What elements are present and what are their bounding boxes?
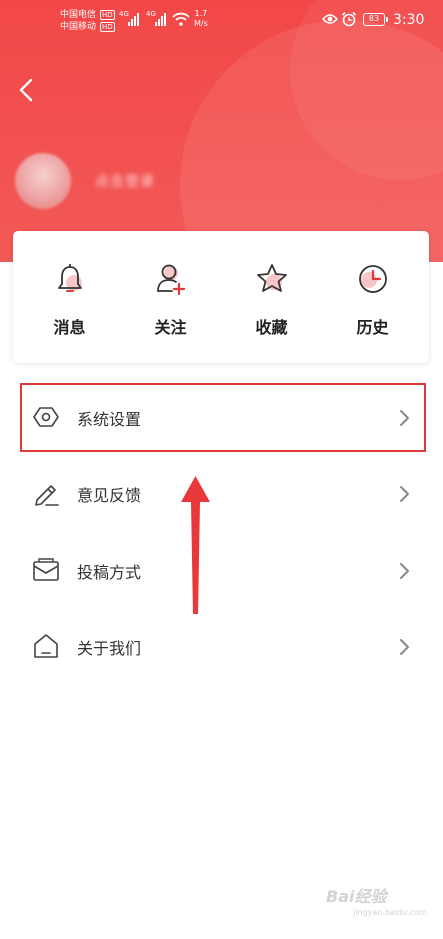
quick-action-messages[interactable]: 消息 [30, 231, 110, 338]
battery-indicator: 83 [363, 13, 388, 26]
quick-action-history[interactable]: 历史 [333, 231, 413, 338]
quick-action-follow[interactable]: 关注 [131, 231, 211, 338]
network-speed: 1.7 M/s [194, 9, 208, 29]
home-icon [34, 634, 58, 658]
status-bar: 中国电信 HD 中国移动 HD 4G 4G 1.7 M/s 83 3:30 [0, 0, 443, 42]
back-button[interactable] [14, 76, 42, 104]
star-icon [252, 259, 292, 299]
alarm-icon [341, 11, 357, 27]
quick-action-favorites[interactable]: 收藏 [232, 231, 312, 338]
annotation-highlight-box [20, 383, 426, 452]
eye-icon [322, 14, 338, 24]
speed-value: 1.7 [194, 9, 208, 18]
signal-icon [155, 12, 166, 26]
quick-action-label: 历史 [356, 318, 389, 337]
clock-icon [353, 259, 393, 299]
chevron-right-icon [400, 639, 409, 655]
chevron-left-icon [19, 78, 33, 102]
menu-item-feedback[interactable]: 意见反馈 [0, 463, 443, 525]
annotation-arrow-icon [181, 476, 210, 614]
username[interactable]: 点击登录 [95, 171, 155, 191]
menu-item-submission[interactable]: 投稿方式 [0, 540, 443, 602]
menu-item-label: 意见反馈 [77, 486, 142, 505]
quick-action-label: 收藏 [255, 318, 288, 337]
status-time: 3:30 [393, 12, 425, 28]
hd-badge: HD [100, 22, 115, 32]
hd-badge: HD [100, 10, 115, 20]
chevron-right-icon [400, 486, 409, 502]
quick-actions-card: 消息 关注 收藏 历史 [13, 231, 429, 363]
mail-icon [33, 558, 59, 581]
menu-item-label: 关于我们 [77, 639, 142, 658]
carrier-1: 中国电信 [60, 10, 97, 20]
speed-unit: M/s [194, 19, 208, 28]
profile-screen: 中国电信 HD 中国移动 HD 4G 4G 1.7 M/s 83 3:30 点击… [0, 0, 443, 939]
wifi-icon [172, 12, 190, 26]
bell-icon [50, 259, 90, 299]
carrier-2: 中国移动 [60, 22, 97, 32]
menu-item-about-us[interactable]: 关于我们 [0, 616, 443, 678]
quick-action-label: 消息 [53, 318, 86, 337]
signal-icon [128, 12, 139, 26]
user-plus-icon [151, 259, 191, 299]
watermark-url: jingyan.baidu.com [353, 908, 427, 917]
carrier-info: 中国电信 HD 中国移动 HD [60, 9, 115, 33]
watermark: Bai经验 [326, 887, 387, 906]
pencil-icon [35, 485, 59, 506]
menu-item-label: 投稿方式 [77, 563, 142, 582]
avatar[interactable] [15, 153, 71, 209]
quick-action-label: 关注 [154, 318, 187, 337]
chevron-right-icon [400, 563, 409, 579]
